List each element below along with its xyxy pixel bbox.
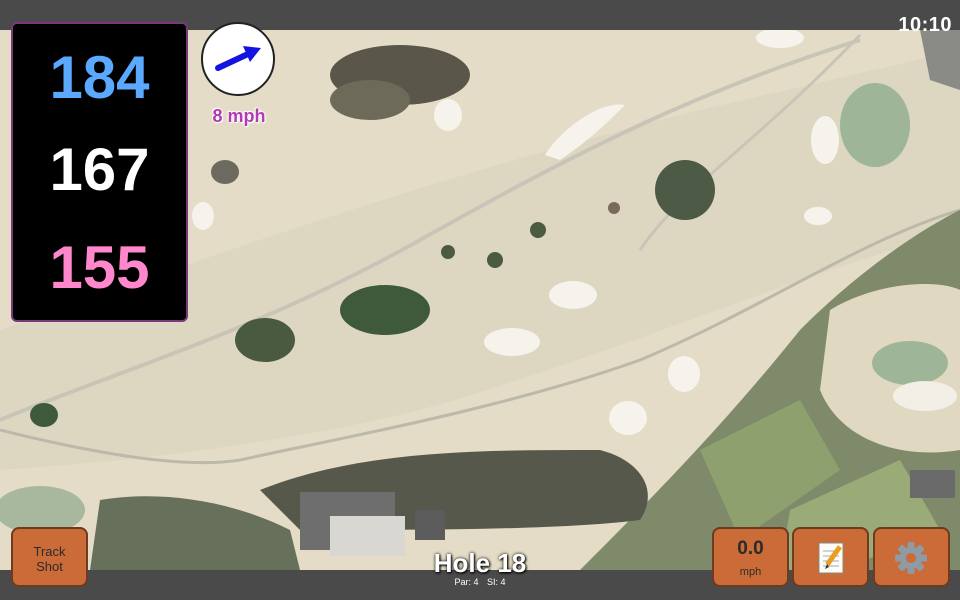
middle-distance: 167: [49, 136, 150, 203]
wind-speed-label: 8 mph: [212, 106, 266, 126]
clock-time: 10:10: [898, 14, 952, 36]
speed-value: 0.0: [737, 538, 764, 559]
track-shot-label-line1: Track: [33, 544, 66, 559]
speed-unit: mph: [739, 566, 762, 578]
speed-button[interactable]: 0.0 mph: [712, 527, 789, 587]
gear-icon: [895, 542, 927, 574]
back-distance: 184: [49, 44, 150, 111]
arrow-up-right-icon: [215, 46, 261, 71]
notes-button[interactable]: [792, 527, 869, 587]
track-shot-button[interactable]: Track Shot: [11, 527, 88, 587]
par-label: Par: 4: [454, 577, 479, 587]
notepad-icon: [818, 542, 844, 574]
stroke-index-label: SI: 4: [487, 577, 506, 587]
hole-info: Par: 4 SI: 4: [380, 577, 580, 587]
wind-direction-indicator: [201, 22, 275, 96]
front-distance: 155: [49, 234, 150, 301]
settings-button[interactable]: [873, 527, 950, 587]
hole-title: Hole 18: [433, 548, 527, 578]
track-shot-label-line2: Shot: [36, 559, 63, 574]
distance-panel: 184 167 155: [11, 22, 188, 322]
